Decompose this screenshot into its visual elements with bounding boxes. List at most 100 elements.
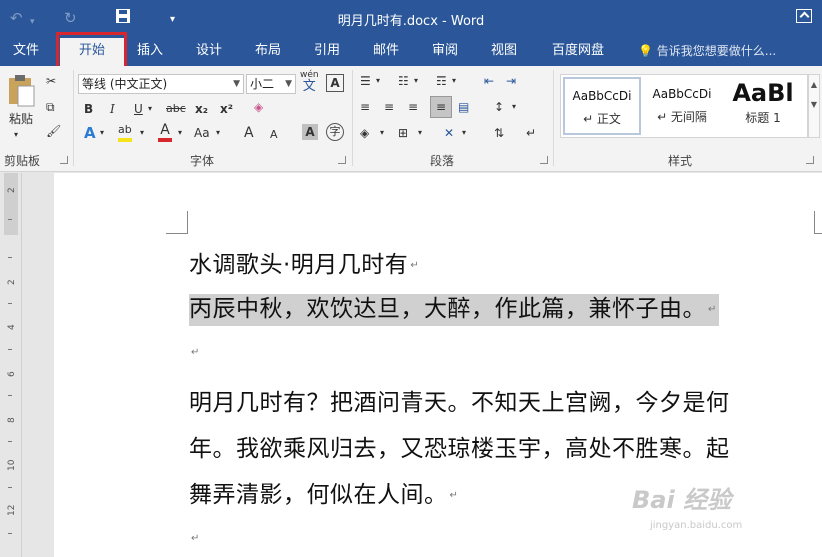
style-normal[interactable]: AaBbCcDi ↵ 正文: [563, 77, 641, 135]
doc-title-line[interactable]: 水调歌头·明月几时有 ↵: [189, 245, 419, 279]
doc-body-line[interactable]: 明月几时有？把酒问青天。不知天上宫阙，今夕是何: [189, 383, 730, 417]
underline-button[interactable]: U: [134, 100, 143, 118]
doc-subtitle-line[interactable]: 丙辰中秋，欢饮达旦，大醉，作此篇，兼怀子由。 ↵: [189, 289, 719, 326]
scroll-down-icon[interactable]: ▼: [809, 95, 819, 115]
paragraph-launcher-icon[interactable]: [540, 156, 548, 164]
style-no-spacing[interactable]: AaBbCcDi ↵ 无间隔: [643, 77, 721, 135]
multilevel-list-icon[interactable]: ☶: [436, 72, 447, 90]
align-left-icon[interactable]: ≡: [360, 98, 370, 116]
ribbon: 粘贴 ▾ ✂ ⧉ 🖌 剪贴板 等线 (中文正文) ▼ 小二 ▼ wén 文 A …: [0, 66, 822, 172]
copy-icon[interactable]: ⧉: [46, 98, 55, 116]
borders-dropdown-icon[interactable]: ▾: [418, 124, 422, 142]
crop-mark: [814, 233, 822, 234]
tab-baidu-netdisk[interactable]: 百度网盘: [540, 38, 616, 66]
line-spacing-icon[interactable]: ↕: [494, 98, 504, 116]
paste-dropdown-icon[interactable]: ▾: [14, 126, 18, 144]
shading-icon[interactable]: ◈: [360, 124, 369, 142]
paragraph-mark: ↵: [708, 304, 717, 315]
style-normal-name: ↵ 正文: [583, 112, 621, 126]
clipboard-launcher-icon[interactable]: [60, 156, 68, 164]
ruler-label: 12: [7, 504, 17, 516]
font-color-dropdown-icon[interactable]: ▾: [178, 124, 182, 142]
font-name-combo[interactable]: 等线 (中文正文) ▼: [78, 74, 244, 94]
font-color-button[interactable]: A: [158, 122, 172, 142]
align-right-icon[interactable]: ≡: [408, 98, 418, 116]
font-launcher-icon[interactable]: [338, 156, 346, 164]
ruler-label: 2: [7, 187, 17, 193]
grow-font-button[interactable]: A: [244, 124, 254, 142]
numbering-dropdown-icon[interactable]: ▾: [414, 72, 418, 90]
tab-design[interactable]: 设计: [183, 38, 235, 66]
highlight-color-button[interactable]: ab: [118, 122, 132, 142]
empty-paragraph[interactable]: ↵: [189, 339, 200, 365]
line-spacing-dropdown-icon[interactable]: ▾: [512, 98, 516, 116]
styles-group-label: 样式: [668, 154, 693, 168]
change-case-dropdown-icon[interactable]: ▾: [216, 124, 220, 142]
font-size-combo[interactable]: 小二 ▼: [246, 74, 296, 94]
styles-launcher-icon[interactable]: [806, 156, 814, 164]
paragraph-mark: ↵: [410, 260, 420, 271]
styles-gallery: AaBbCcDi ↵ 正文 AaBbCcDi ↵ 无间隔 AaBl 标题 1: [560, 74, 808, 138]
bullets-icon[interactable]: ☰: [360, 72, 371, 90]
align-center-icon[interactable]: ≡: [384, 98, 394, 116]
enclose-characters-button[interactable]: 字: [326, 123, 344, 141]
justify-icon[interactable]: ≡: [430, 96, 452, 118]
bold-button[interactable]: B: [84, 100, 93, 118]
decrease-indent-icon[interactable]: ⇤: [484, 72, 494, 90]
style-heading-1[interactable]: AaBl 标题 1: [723, 77, 803, 135]
style-heading-1-name: 标题 1: [745, 111, 781, 125]
shading-dropdown-icon[interactable]: ▾: [380, 124, 384, 142]
distributed-icon[interactable]: ▤: [458, 98, 469, 116]
paste-button[interactable]: [6, 72, 38, 110]
clear-formatting-icon[interactable]: ◈: [254, 98, 263, 116]
empty-paragraph[interactable]: ↵: [189, 525, 200, 551]
tab-layout[interactable]: 布局: [242, 38, 294, 66]
tab-file[interactable]: 文件: [0, 38, 52, 66]
sort-icon[interactable]: ⇅: [494, 124, 504, 142]
tab-mailings[interactable]: 邮件: [360, 38, 412, 66]
phonetic-guide-button[interactable]: wén 文: [300, 70, 319, 94]
text-effects-dropdown-icon[interactable]: ▾: [100, 124, 104, 142]
show-marks-icon[interactable]: ↵: [526, 124, 536, 142]
underline-dropdown-icon[interactable]: ▾: [148, 100, 152, 118]
chevron-down-icon: ▼: [285, 79, 292, 89]
watermark-url: jingyan.baidu.com: [650, 520, 743, 531]
subscript-button[interactable]: x₂: [195, 100, 208, 118]
character-shading-button[interactable]: A: [302, 124, 318, 140]
superscript-button[interactable]: x²: [220, 100, 233, 118]
text-effects-button[interactable]: A: [84, 124, 96, 142]
multilevel-dropdown-icon[interactable]: ▾: [452, 72, 456, 90]
styles-gallery-scroll[interactable]: ▲ ▼: [808, 74, 820, 138]
shrink-font-button[interactable]: A: [270, 126, 278, 144]
doc-subtitle-text: 丙辰中秋，欢饮达旦，大醉，作此篇，兼怀子由。: [189, 296, 706, 322]
scroll-up-icon[interactable]: ▲: [809, 75, 819, 95]
bullets-dropdown-icon[interactable]: ▾: [376, 72, 380, 90]
tell-me-search[interactable]: 💡 告诉我您想要做什么...: [638, 38, 776, 66]
character-border-button[interactable]: A: [326, 74, 344, 92]
ruler-label: 4: [7, 324, 17, 330]
format-painter-icon[interactable]: 🖌: [46, 122, 61, 140]
tab-review[interactable]: 审阅: [419, 38, 471, 66]
tab-references[interactable]: 引用: [301, 38, 353, 66]
lightbulb-icon: 💡: [638, 44, 653, 58]
borders-icon[interactable]: ⊞: [398, 124, 408, 142]
ribbon-display-options-icon[interactable]: [796, 9, 812, 23]
ruler-label: 2: [7, 279, 17, 285]
change-case-button[interactable]: Aa: [194, 124, 210, 142]
window-title: 明月几时有.docx - Word: [337, 14, 485, 29]
doc-body-line[interactable]: 年。我欲乘风归去，又恐琼楼玉宇，高处不胜寒。起: [189, 429, 730, 463]
highlight-dropdown-icon[interactable]: ▾: [140, 124, 144, 142]
ruler-tick: [8, 441, 12, 442]
tell-me-text: 告诉我您想要做什么...: [656, 44, 777, 58]
asian-layout-dropdown-icon[interactable]: ▾: [462, 124, 466, 142]
tab-insert[interactable]: 插入: [124, 38, 176, 66]
numbering-icon[interactable]: ☷: [398, 72, 409, 90]
italic-button[interactable]: I: [110, 100, 115, 118]
tab-view[interactable]: 视图: [478, 38, 530, 66]
cut-icon[interactable]: ✂: [46, 72, 56, 90]
increase-indent-icon[interactable]: ⇥: [506, 72, 516, 90]
strikethrough-button[interactable]: abc: [166, 100, 186, 118]
ruler-label: 8: [7, 417, 17, 423]
doc-body-line[interactable]: 舞弄清影，何似在人间。 ↵: [189, 475, 458, 509]
asian-layout-icon[interactable]: ✕: [444, 124, 454, 142]
